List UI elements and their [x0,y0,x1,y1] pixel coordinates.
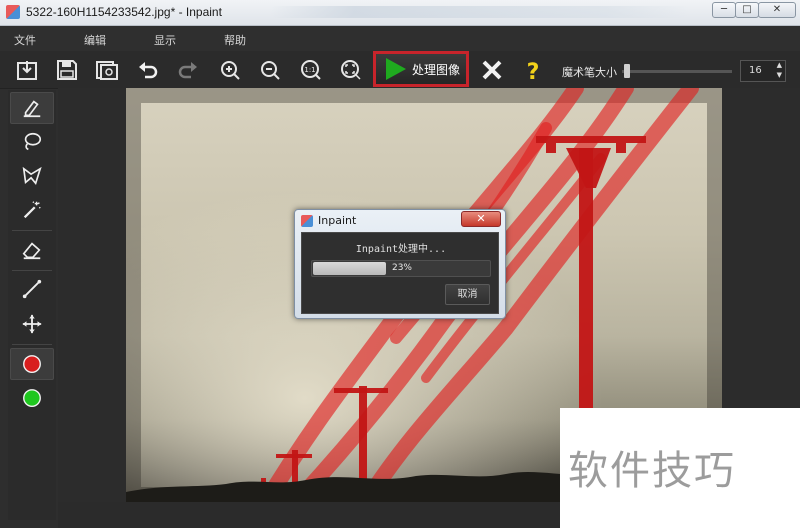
move-icon [22,314,42,334]
polygon-lasso-icon [22,166,42,186]
save-as-icon [96,61,118,80]
palette-divider [12,344,52,345]
svg-text:?: ? [527,60,540,82]
process-image-button[interactable]: 处理图像 [373,51,469,87]
progress-dialog: Inpaint ✕ Inpaint处理中... 23% 取消 [294,209,506,319]
palette-divider [12,230,52,231]
title-bar: 5322-160H1154233542.jpg* - Inpaint ─ □ ✕ [0,0,800,26]
progress-percent: 23% [391,263,412,273]
zoom-in-icon [221,61,240,80]
marker-tool[interactable] [10,92,54,124]
menu-edit[interactable]: 编辑 [84,32,106,48]
minimize-button[interactable]: ─ [712,2,736,18]
zoom-out-icon [261,61,280,80]
line-icon [22,279,42,299]
title-bar-glow [270,6,690,18]
undo-button[interactable] [133,55,163,85]
app-icon [6,5,20,19]
menu-file[interactable]: 文件 [14,32,36,48]
brush-size-value: 16 [749,65,762,76]
red-color-icon [23,355,41,373]
save-button[interactable] [52,55,82,85]
lasso-icon [24,132,42,151]
eraser-icon [22,242,41,260]
menu-bar: 文件 编辑 显示 帮助 [0,27,800,51]
play-icon [386,58,406,80]
dialog-close-button[interactable]: ✕ [461,211,501,227]
zoom-actual-button[interactable]: 1:1 [296,55,326,85]
dialog-message: Inpaint处理中... [355,244,447,255]
window-title: 5322-160H1154233542.jpg* - Inpaint [26,5,222,19]
tool-palette [8,90,56,520]
open-button[interactable] [12,55,42,85]
polygon-lasso-tool[interactable] [10,160,54,192]
dialog-cancel-button[interactable]: 取消 [445,284,490,305]
zoom-in-button[interactable] [215,55,245,85]
menu-help[interactable]: 帮助 [224,32,246,48]
app-window: 5322-160H1154233542.jpg* - Inpaint ─ □ ✕… [0,0,800,528]
close-x-icon [482,60,502,80]
dialog-body: Inpaint处理中... 23% 取消 [301,232,499,314]
help-button[interactable]: ? [518,55,548,85]
move-tool[interactable] [10,308,54,340]
brush-size-spinbox[interactable]: 16 ▲ ▼ [740,60,786,82]
spin-up-icon[interactable]: ▲ [777,61,782,69]
dialog-app-icon [301,215,313,227]
lasso-tool[interactable] [10,126,54,158]
maximize-button[interactable]: □ [735,2,759,18]
zoom-out-button[interactable] [255,55,285,85]
zoom-actual-icon: 1:1 [301,60,321,80]
line-tool[interactable] [10,273,54,305]
slider-handle[interactable] [624,64,630,78]
brush-size-slider[interactable] [622,64,732,78]
magic-wand-icon [23,201,41,219]
zoom-fit-icon [341,60,361,80]
brush-size-label: 魔术笔大小 [562,66,617,79]
watermark-text: 软件技巧 [568,448,736,494]
redo-button[interactable] [173,55,203,85]
save-icon [57,60,77,80]
palette-divider [12,270,52,271]
zoom-fit-button[interactable] [336,55,366,85]
progress-bar: 23% [311,260,491,277]
workspace-left [58,88,126,502]
redo-icon [178,62,197,79]
red-color-button[interactable] [10,348,54,380]
eraser-tool[interactable] [10,234,54,266]
save-as-button[interactable] [92,55,122,85]
process-image-label: 处理图像 [412,62,461,77]
green-color-icon [23,389,41,407]
undo-icon [139,62,158,79]
spin-down-icon[interactable]: ▼ [777,71,782,79]
cancel-process-button[interactable] [477,55,507,85]
close-button[interactable]: ✕ [758,2,796,18]
open-icon [17,61,37,80]
question-icon: ? [527,60,540,82]
dialog-title: Inpaint [318,214,357,227]
magic-wand-tool[interactable] [10,194,54,226]
green-color-button[interactable] [10,382,54,414]
menu-view[interactable]: 显示 [154,32,176,48]
watermark: 软件技巧 [560,408,800,528]
marker-icon [23,100,41,118]
svg-text:1:1: 1:1 [304,66,315,74]
